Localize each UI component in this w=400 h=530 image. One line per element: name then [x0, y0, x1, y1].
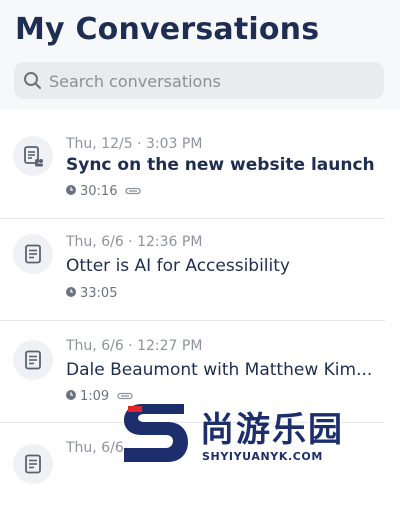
search-bar[interactable]	[14, 62, 384, 99]
header: My Conversations	[0, 0, 400, 110]
conversation-duration: 1:09	[80, 389, 110, 404]
search-input[interactable]	[47, 69, 371, 93]
shared-notes-icon	[13, 136, 53, 176]
conversation-date: Thu, 12/5 · 3:03 PM	[66, 136, 203, 152]
conversation-meta: 30:16	[66, 184, 142, 199]
conversation-title: Otter is AI for Accessibility	[66, 256, 290, 276]
conversation-title: Sync on the new website launch	[66, 155, 375, 175]
clock-icon	[66, 389, 76, 404]
attachment-icon	[125, 184, 142, 199]
conversation-title: Dale Beaumont with Matthew Kim...	[66, 360, 373, 380]
conversation-duration: 33:05	[80, 286, 118, 301]
clock-icon	[66, 286, 76, 301]
clock-icon	[66, 184, 76, 199]
conversation-date: Thu, 6/6 · 12:36 PM	[66, 234, 203, 250]
watermark-url: SHYIYUANYK.COM	[202, 450, 323, 463]
divider	[0, 320, 385, 321]
watermark-text: 尚游乐园	[200, 410, 344, 450]
notes-icon	[13, 340, 53, 380]
divider	[0, 218, 385, 219]
watermark: 尚游乐园 SHYIYUANYK.COM	[118, 398, 400, 470]
conversation-date: Thu, 6/6 · 12:27 PM	[66, 338, 203, 354]
notes-icon	[13, 234, 53, 274]
watermark-logo-icon	[124, 404, 188, 462]
search-icon	[23, 71, 42, 94]
notes-icon	[13, 444, 53, 484]
conversation-date: Thu, 6/6	[66, 440, 124, 456]
conversation-item[interactable]: Thu, 12/5 · 3:03 PM Sync on the new webs…	[0, 122, 400, 222]
conversation-meta: 33:05	[66, 286, 117, 301]
conversation-duration: 30:16	[80, 184, 118, 199]
conversation-item[interactable]: Thu, 6/6 · 12:36 PM Otter is AI for Acce…	[0, 224, 400, 324]
page-title: My Conversations	[15, 12, 320, 47]
